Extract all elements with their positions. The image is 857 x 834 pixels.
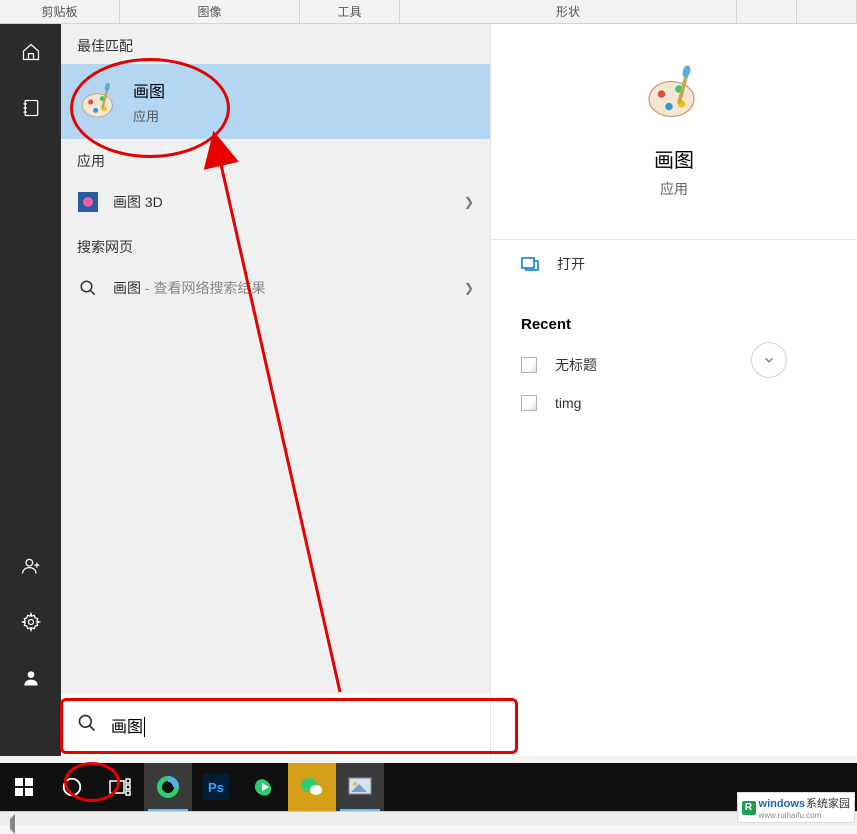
expand-toggle[interactable]: [751, 342, 787, 378]
cortana-icon: [61, 776, 83, 798]
recent-item[interactable]: timg: [491, 385, 857, 421]
task-view-icon: [109, 778, 131, 796]
taskbar: Ps: [0, 763, 857, 811]
result-label: 画图 - 查看网络搜索结果: [113, 278, 464, 298]
task-cortana[interactable]: [48, 763, 96, 811]
person-add-icon: [21, 556, 41, 576]
photoshop-icon: Ps: [203, 774, 229, 800]
sidebar-power[interactable]: [0, 650, 61, 706]
ribbon-section-blank1: [737, 0, 797, 23]
details-pane: 画图 应用 打开 Recent 无标题 timg: [490, 24, 857, 756]
result-label: 画图 3D: [113, 192, 464, 212]
chevron-down-icon: [762, 353, 776, 367]
image-file-icon: [521, 357, 537, 373]
action-open[interactable]: 打开: [491, 240, 857, 288]
task-start[interactable]: [0, 763, 48, 811]
search-input[interactable]: 画图: [111, 713, 145, 738]
ribbon-section-clipboard[interactable]: 剪贴板: [0, 0, 120, 23]
task-snipping[interactable]: [336, 763, 384, 811]
start-menu: 最佳匹配 画图 应用 应用: [0, 24, 857, 756]
details-subtitle: 应用: [660, 179, 688, 199]
home-icon: [21, 42, 41, 62]
edge-icon: [155, 774, 181, 800]
best-match-title: 画图: [133, 78, 165, 102]
person-icon: [21, 668, 41, 688]
recent-item-label: 无标题: [555, 355, 597, 375]
best-match-item[interactable]: 画图 应用: [61, 64, 490, 139]
chevron-right-icon: ❯: [464, 195, 474, 209]
watermark-brand: windows: [759, 798, 805, 810]
details-title: 画图: [654, 144, 694, 173]
watermark-logo: R: [742, 801, 756, 815]
svg-text:Ps: Ps: [208, 780, 224, 795]
ribbon: 剪贴板 图像 工具 形状: [0, 0, 857, 24]
task-iqiyi[interactable]: [240, 763, 288, 811]
watermark: R windows系统家园 www.ruihaifu.com: [737, 792, 855, 823]
recent-item[interactable]: 无标题: [491, 345, 857, 385]
search-icon: [77, 277, 99, 299]
iqiyi-icon: [251, 774, 277, 800]
notebook-icon: [21, 98, 41, 118]
sidebar-home[interactable]: [0, 24, 61, 80]
action-open-label: 打开: [557, 254, 585, 274]
best-match-subtitle: 应用: [133, 106, 165, 125]
paint3d-icon: [77, 191, 99, 213]
watermark-url: www.ruihaifu.com: [759, 811, 850, 820]
search-icon: [77, 713, 97, 738]
sidebar-apps[interactable]: [0, 80, 61, 136]
apps-header: 应用: [61, 139, 490, 179]
image-file-icon: [521, 395, 537, 411]
start-sidebar: [0, 24, 61, 756]
ribbon-section-blank2: [797, 0, 857, 23]
snipping-icon: [347, 776, 373, 798]
sidebar-account[interactable]: [0, 538, 61, 594]
recent-item-label: timg: [555, 395, 581, 411]
search-results: 最佳匹配 画图 应用 应用: [61, 24, 490, 756]
chevron-right-icon: ❯: [464, 281, 474, 295]
best-match-header: 最佳匹配: [61, 24, 490, 64]
gear-icon: [21, 612, 41, 632]
windows-icon: [15, 778, 33, 796]
scrollbar-bottom[interactable]: [0, 811, 857, 825]
paint-icon: [77, 80, 121, 124]
open-icon: [521, 257, 539, 271]
wechat-icon: [299, 774, 325, 800]
task-taskview[interactable]: [96, 763, 144, 811]
result-paint3d[interactable]: 画图 3D ❯: [61, 179, 490, 225]
ribbon-section-image[interactable]: 图像: [120, 0, 300, 23]
sidebar-settings[interactable]: [0, 594, 61, 650]
paint-icon-large: [644, 64, 704, 124]
ribbon-section-tools[interactable]: 工具: [300, 0, 400, 23]
task-wechat[interactable]: [288, 763, 336, 811]
watermark-suffix: 系统家园: [806, 798, 850, 810]
web-header: 搜索网页: [61, 225, 490, 265]
result-web-search[interactable]: 画图 - 查看网络搜索结果 ❯: [61, 265, 490, 311]
ribbon-section-shapes[interactable]: 形状: [400, 0, 737, 23]
task-edge[interactable]: [144, 763, 192, 811]
search-box[interactable]: 画图: [61, 694, 490, 756]
task-photoshop[interactable]: Ps: [192, 763, 240, 811]
recent-header: Recent: [491, 288, 857, 345]
